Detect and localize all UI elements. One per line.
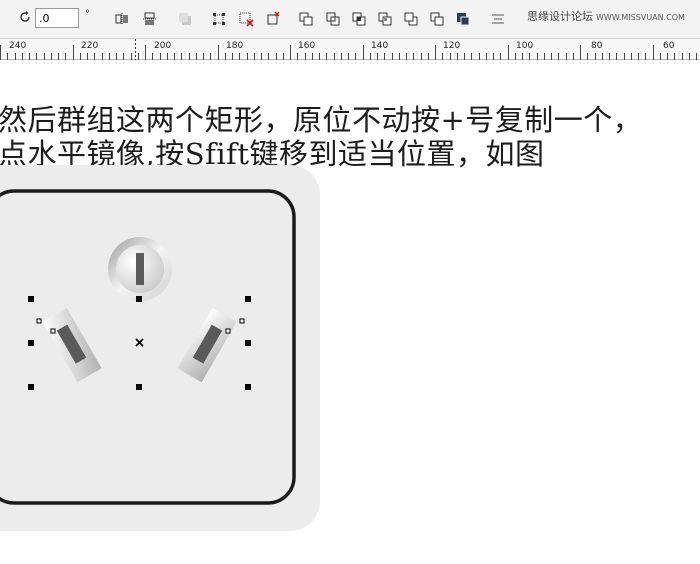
selection-handle[interactable] <box>245 296 251 302</box>
ruler-label: 200 <box>154 41 172 51</box>
selection-handle[interactable] <box>245 384 251 390</box>
node-marker[interactable] <box>50 328 56 334</box>
ruler-label: 180 <box>226 41 244 51</box>
front-minus-back-icon[interactable] <box>403 11 419 27</box>
shadow-object-icon[interactable] <box>177 11 193 27</box>
intersect-icon[interactable] <box>351 11 367 27</box>
ruler-label: 120 <box>443 41 461 51</box>
selection-handle[interactable] <box>136 384 142 390</box>
selection-handle[interactable] <box>245 340 251 346</box>
mirror-vertical-icon[interactable] <box>142 11 158 27</box>
socket-panel-bg <box>0 165 320 531</box>
ruler-label: 60 <box>663 41 675 51</box>
watermark: 思缘设计论坛 WWW.MISSVUAN.COM <box>527 8 685 24</box>
weld-icon[interactable] <box>298 11 314 27</box>
distribute-icon[interactable] <box>211 11 227 27</box>
ground-pin-slot <box>136 253 144 285</box>
clear-transform-icon[interactable] <box>238 11 254 27</box>
mirror-horizontal-icon[interactable] <box>114 11 130 27</box>
ruler-label: 80 <box>591 41 603 51</box>
selection-handle[interactable] <box>28 340 34 346</box>
rotation-angle-input[interactable] <box>35 8 79 28</box>
watermark-text: 思缘设计论坛 <box>527 10 593 23</box>
ruler-label: 220 <box>81 41 99 51</box>
rotation-icon <box>20 11 30 22</box>
node-marker[interactable] <box>225 328 231 334</box>
node-marker[interactable] <box>36 318 42 324</box>
selection-handle[interactable] <box>136 296 142 302</box>
align-icon[interactable] <box>490 11 506 27</box>
selection-handle[interactable] <box>28 296 34 302</box>
watermark-site: WWW.MISSVUAN.COM <box>596 13 685 22</box>
ruler-label: 240 <box>9 41 27 51</box>
selection-handle[interactable] <box>28 384 34 390</box>
ruler-label: 160 <box>298 41 316 51</box>
simplify-icon[interactable] <box>377 11 393 27</box>
ruler-label: 100 <box>516 41 534 51</box>
combine-icon[interactable] <box>455 11 471 27</box>
instruction-line-1: 然后群组这两个矩形，原位不动按+号复制一个， <box>0 103 643 137</box>
node-marker[interactable] <box>239 318 245 324</box>
transform-icon[interactable] <box>265 11 281 27</box>
horizontal-ruler[interactable]: 240 220 200 180 160 140 120 100 80 60 <box>0 38 700 60</box>
socket-drawing <box>0 165 320 531</box>
ruler-label: 140 <box>371 41 389 51</box>
degree-label: ° <box>85 9 90 20</box>
trim-icon[interactable] <box>325 11 341 27</box>
property-bar: ° 思缘设计论坛WWW.MISSVUAN.COM <box>0 0 700 38</box>
back-minus-front-icon[interactable] <box>429 11 445 27</box>
